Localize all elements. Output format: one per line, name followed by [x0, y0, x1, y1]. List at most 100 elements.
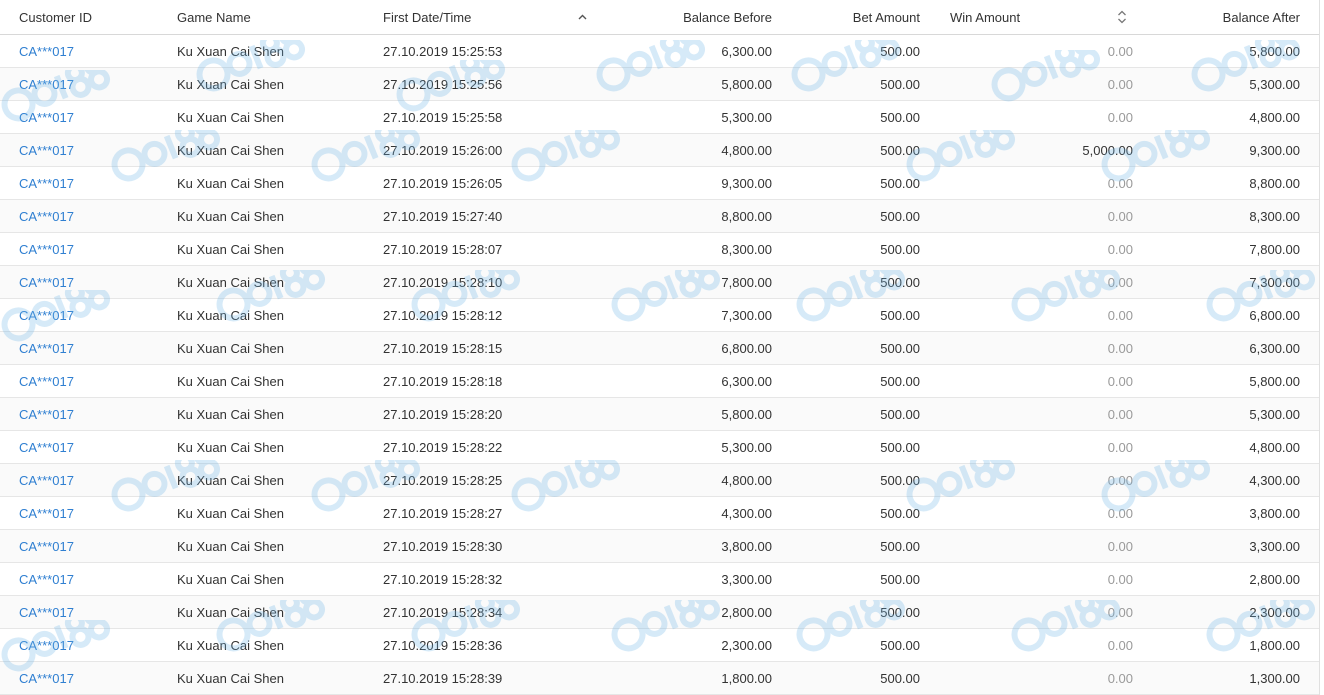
table-row: CA***017 Ku Xuan Cai Shen 27.10.2019 15:28… [0, 497, 1319, 530]
bet-amount-cell: 500.00 [880, 142, 920, 158]
customer-id-link[interactable]: CA***017 [19, 68, 169, 100]
win-amount-cell: 0.00 [1107, 571, 1133, 587]
table-header-row: Customer ID Game Name First Date/Time Ba… [0, 0, 1319, 35]
balance-before-cell: 5,300.00 [721, 439, 772, 455]
game-name-cell: Ku Xuan Cai Shen [177, 307, 284, 323]
game-name-cell: Ku Xuan Cai Shen [177, 142, 284, 158]
balance-before-cell: 6,800.00 [721, 340, 772, 356]
win-amount-cell: 0.00 [1107, 670, 1133, 686]
game-name-cell: Ku Xuan Cai Shen [177, 406, 284, 422]
table-row: CA***017 Ku Xuan Cai Shen 27.10.2019 15:28… [0, 266, 1319, 299]
balance-after-cell: 2,300.00 [1249, 604, 1300, 620]
game-name-cell: Ku Xuan Cai Shen [177, 43, 284, 59]
customer-id-link[interactable]: CA***017 [19, 662, 169, 694]
win-amount-cell: 0.00 [1107, 175, 1133, 191]
game-name-cell: Ku Xuan Cai Shen [177, 505, 284, 521]
table-row: CA***017 Ku Xuan Cai Shen 27.10.2019 15:28… [0, 662, 1319, 695]
bet-amount-cell: 500.00 [880, 43, 920, 59]
win-amount-cell: 0.00 [1107, 538, 1133, 554]
customer-id-link[interactable]: CA***017 [19, 35, 169, 67]
win-amount-cell: 0.00 [1107, 340, 1133, 356]
game-name-cell: Ku Xuan Cai Shen [177, 571, 284, 587]
customer-id-link[interactable]: CA***017 [19, 596, 169, 628]
game-name-cell: Ku Xuan Cai Shen [177, 208, 284, 224]
datetime-cell: 27.10.2019 15:26:00 [383, 142, 503, 158]
bet-amount-cell: 500.00 [880, 208, 920, 224]
balance-before-cell: 5,800.00 [721, 406, 772, 422]
table-row: CA***017 Ku Xuan Cai Shen 27.10.2019 15:28… [0, 530, 1319, 563]
balance-before-cell: 2,800.00 [721, 604, 772, 620]
balance-before-cell: 6,300.00 [721, 43, 772, 59]
datetime-cell: 27.10.2019 15:28:10 [383, 274, 503, 290]
datetime-cell: 27.10.2019 15:28:39 [383, 670, 503, 686]
customer-id-link[interactable]: CA***017 [19, 332, 169, 364]
balance-before-cell: 1,800.00 [721, 670, 772, 686]
customer-id-link[interactable]: CA***017 [19, 200, 169, 232]
customer-id-link[interactable]: CA***017 [19, 299, 169, 331]
datetime-cell: 27.10.2019 15:28:27 [383, 505, 503, 521]
sort-both-icon[interactable] [1117, 0, 1127, 34]
bet-amount-cell: 500.00 [880, 373, 920, 389]
game-name-cell: Ku Xuan Cai Shen [177, 274, 284, 290]
balance-before-cell: 8,800.00 [721, 208, 772, 224]
header-game-name[interactable]: Game Name [177, 0, 377, 34]
header-win-amount[interactable]: Win Amount [950, 0, 1110, 34]
datetime-cell: 27.10.2019 15:28:15 [383, 340, 503, 356]
customer-id-link[interactable]: CA***017 [19, 497, 169, 529]
header-customer-id[interactable]: Customer ID [19, 0, 169, 34]
datetime-cell: 27.10.2019 15:25:58 [383, 109, 503, 125]
balance-after-cell: 3,300.00 [1249, 538, 1300, 554]
bet-amount-cell: 500.00 [880, 439, 920, 455]
table-row: CA***017 Ku Xuan Cai Shen 27.10.2019 15:28… [0, 464, 1319, 497]
balance-before-cell: 2,300.00 [721, 637, 772, 653]
balance-after-cell: 5,800.00 [1249, 43, 1300, 59]
customer-id-link[interactable]: CA***017 [19, 629, 169, 661]
bet-amount-cell: 500.00 [880, 604, 920, 620]
balance-before-cell: 6,300.00 [721, 373, 772, 389]
game-name-cell: Ku Xuan Cai Shen [177, 604, 284, 620]
customer-id-link[interactable]: CA***017 [19, 365, 169, 397]
balance-after-cell: 5,300.00 [1249, 406, 1300, 422]
datetime-cell: 27.10.2019 15:28:32 [383, 571, 503, 587]
customer-id-link[interactable]: CA***017 [19, 233, 169, 265]
customer-id-link[interactable]: CA***017 [19, 464, 169, 496]
datetime-cell: 27.10.2019 15:28:30 [383, 538, 503, 554]
customer-id-link[interactable]: CA***017 [19, 398, 169, 430]
header-balance-before[interactable]: Balance Before [600, 0, 772, 34]
datetime-cell: 27.10.2019 15:28:34 [383, 604, 503, 620]
header-balance-after[interactable]: Balance After [1140, 0, 1300, 34]
customer-id-link[interactable]: CA***017 [19, 134, 169, 166]
customer-id-link[interactable]: CA***017 [19, 563, 169, 595]
balance-before-cell: 4,800.00 [721, 142, 772, 158]
balance-after-cell: 7,800.00 [1249, 241, 1300, 257]
datetime-cell: 27.10.2019 15:26:05 [383, 175, 503, 191]
table-row: CA***017 Ku Xuan Cai Shen 27.10.2019 15:28… [0, 398, 1319, 431]
customer-id-link[interactable]: CA***017 [19, 266, 169, 298]
datetime-cell: 27.10.2019 15:25:56 [383, 76, 503, 92]
customer-id-link[interactable]: CA***017 [19, 101, 169, 133]
bet-amount-cell: 500.00 [880, 274, 920, 290]
balance-after-cell: 7,300.00 [1249, 274, 1300, 290]
bet-amount-cell: 500.00 [880, 670, 920, 686]
customer-id-link[interactable]: CA***017 [19, 530, 169, 562]
customer-id-link[interactable]: CA***017 [19, 167, 169, 199]
balance-after-cell: 5,300.00 [1249, 76, 1300, 92]
win-amount-cell: 0.00 [1107, 208, 1133, 224]
balance-after-cell: 8,300.00 [1249, 208, 1300, 224]
datetime-cell: 27.10.2019 15:28:12 [383, 307, 503, 323]
win-amount-cell: 0.00 [1107, 604, 1133, 620]
balance-before-cell: 4,300.00 [721, 505, 772, 521]
sort-ascending-icon[interactable] [578, 0, 587, 34]
table-row: CA***017 Ku Xuan Cai Shen 27.10.2019 15:25… [0, 101, 1319, 134]
game-name-cell: Ku Xuan Cai Shen [177, 472, 284, 488]
game-name-cell: Ku Xuan Cai Shen [177, 76, 284, 92]
game-name-cell: Ku Xuan Cai Shen [177, 109, 284, 125]
header-first-datetime[interactable]: First Date/Time [383, 0, 593, 34]
balance-after-cell: 6,800.00 [1249, 307, 1300, 323]
bet-amount-cell: 500.00 [880, 175, 920, 191]
game-name-cell: Ku Xuan Cai Shen [177, 538, 284, 554]
header-bet-amount[interactable]: Bet Amount [780, 0, 920, 34]
table-row: CA***017 Ku Xuan Cai Shen 27.10.2019 15:28… [0, 332, 1319, 365]
customer-id-link[interactable]: CA***017 [19, 431, 169, 463]
win-amount-cell: 0.00 [1107, 439, 1133, 455]
